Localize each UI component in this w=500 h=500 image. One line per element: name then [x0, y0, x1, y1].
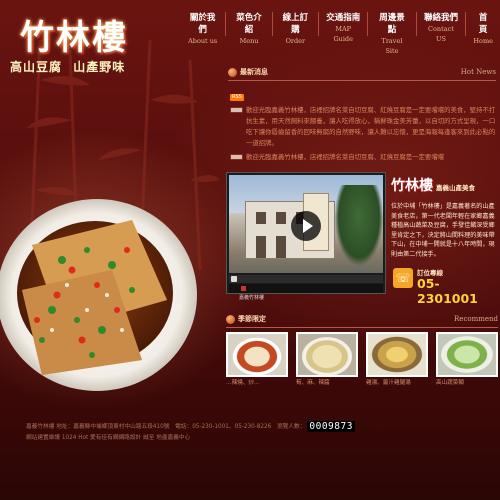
news-title-en: Hot News [460, 68, 496, 76]
dish-item[interactable]: …辣燒、炒… [226, 332, 288, 410]
tofu-dish-image [0, 199, 197, 391]
nav-label-en: About us [188, 37, 218, 45]
dish-item[interactable]: 雞湯、薑汁雞腿湯 [366, 332, 428, 410]
dish-caption: …辣燒、炒… [226, 380, 260, 386]
news-list: RSS 歡迎光臨嘉義竹林樓，店裡招牌名菜自切豆腐、紅燒豆腐是一定要嚐嚐的美食，堅… [228, 83, 496, 163]
dish-caption: 高山蔬菜類 [436, 380, 464, 386]
visitor-counter: 0009873 [307, 421, 355, 432]
news-item-icon [230, 154, 243, 160]
footer: 嘉義竹林樓 地址：嘉義縣中埔鄉頂東村中山路五段410號 電話：05-230-10… [26, 421, 496, 444]
nav-label: 菜色介紹 [236, 13, 262, 35]
nav-label: 關於我們 [189, 13, 216, 35]
nav-label: 聯絡我們 [423, 13, 458, 23]
nav-contact[interactable]: 聯絡我們 Contact US [417, 12, 467, 43]
about-section: 竹林樓 嘉義山產美食 位於中埔「竹林樓」是嘉義著名的山產美食老店，第一代老闆年輕在… [391, 175, 497, 259]
news-item[interactable]: 歡迎光臨嘉義竹林樓，店裡招牌名菜自切豆腐、紅燒豆腐是一定要嚐嚐的美食，堅持不打抗… [228, 105, 496, 149]
about-subtitle: 嘉義山產美食 [436, 184, 475, 192]
phone-number: 05-2301001 [417, 276, 478, 306]
news-item-text: 歡迎光臨嘉義竹林樓，店裡招牌名菜自切豆腐、紅燒豆腐是一定要嚐嚐的美食，堅持不打抗… [246, 106, 496, 147]
video-seek-bar[interactable] [229, 275, 383, 283]
news-item[interactable]: 歡迎光臨嘉義竹林樓，店裡招牌名菜自切豆腐、紅燒豆腐是一定要嚐嚐 [228, 152, 496, 163]
dish-caption: 筍、麻、辣醬 [296, 380, 330, 386]
nav-travel-site[interactable]: 周邊景點 Travel Site [368, 12, 417, 55]
seasonal-bullet-icon [226, 315, 235, 324]
dish-image [436, 332, 498, 377]
dish-caption: 雞湯、薑汁雞腿湯 [366, 380, 411, 386]
dish-item[interactable]: 筍、麻、辣醬 [296, 332, 358, 410]
logo-name: 竹林樓 [20, 18, 128, 58]
reservation-phone[interactable]: ☏ 訂位專線 05-2301001 [393, 266, 497, 306]
seasonal-title: 季節限定 [238, 315, 266, 323]
news-item-icon [230, 107, 243, 113]
nav-label: 交通指南 [326, 13, 361, 23]
logo-slogan-2: 山產野味 [73, 60, 126, 74]
news-header: 最新消息 Hot News [228, 65, 496, 81]
nav-order[interactable]: 線上訂購 Order [273, 12, 320, 45]
rss-badge[interactable]: RSS [230, 94, 244, 101]
about-name: 竹林樓 [391, 178, 433, 194]
dish-image [296, 332, 358, 377]
nav-about[interactable]: 關於我們 About us [180, 12, 227, 45]
footer-address: 嘉義竹林樓 地址：嘉義縣中埔鄉頂東村中山路五段410號 電話：05-230-10… [26, 424, 306, 430]
logo-slogan-1: 高山豆腐 [10, 60, 63, 74]
dish-image [366, 332, 428, 377]
video-caption-bar: 嘉義竹林樓 [229, 284, 383, 301]
seasonal-header: 季節限定 Recommend [226, 312, 498, 328]
nav-label: 首 頁 [478, 13, 488, 35]
video-caption: 嘉義竹林樓 [239, 295, 265, 301]
site-logo[interactable]: 竹林樓 高山豆腐 山產野味 [6, 6, 166, 88]
nav-map-guide[interactable]: 交通指南 MAP Guide [319, 12, 369, 43]
nav-label-en: Menu [239, 37, 259, 45]
video-logo-icon [241, 286, 246, 291]
seek-handle[interactable] [231, 276, 237, 282]
news-title: 最新消息 [240, 68, 268, 76]
news-bullet-icon [228, 68, 237, 77]
nav-label-en: MAP Guide [333, 25, 353, 43]
nav-menu[interactable]: 菜色介紹 Menu [226, 12, 273, 45]
seasonal-title-en: Recommend [454, 315, 498, 323]
video-player[interactable]: 嘉義竹林樓 [226, 172, 386, 301]
nav-label-en: Home [473, 37, 493, 45]
footer-line-1: 嘉義竹林樓 地址：嘉義縣中埔鄉頂東村中山路五段410號 電話：05-230-10… [26, 421, 496, 433]
about-text: 位於中埔「竹林樓」是嘉義著名的山產美食老店，第一代老闆年輕在家鄉嘉義種植高山蔬菜… [391, 203, 495, 258]
main-nav: 關於我們 About us 菜色介紹 Menu 線上訂購 Order 交通指南 … [180, 12, 500, 55]
nav-label-en: Contact US [428, 25, 454, 43]
play-button[interactable] [291, 211, 321, 241]
phone-icon: ☏ [393, 268, 413, 288]
nav-label: 線上訂購 [282, 13, 309, 35]
footer-line-2: 網站建置維護 1024 Hot 愛有佳有網網路設計 誠至 地產嘉義中心 [26, 435, 191, 441]
about-title: 竹林樓 嘉義山產美食 [391, 175, 497, 195]
logo-slogan: 高山豆腐 山產野味 [10, 58, 131, 75]
tree-image [335, 185, 383, 265]
video-frame [229, 175, 383, 273]
dish-image [226, 332, 288, 377]
nav-label: 周邊景點 [379, 13, 405, 35]
nav-home[interactable]: 首 頁 Home [466, 12, 500, 45]
seasonal-dishes: …辣燒、炒… 筍、麻、辣醬 雞湯、薑汁雞腿湯 高山蔬菜類 [226, 332, 498, 410]
nav-label-en: Travel Site [381, 37, 403, 55]
news-item-text: 歡迎光臨嘉義竹林樓，店裡招牌名菜自切豆腐、紅燒豆腐是一定要嚐嚐 [246, 153, 445, 161]
dish-item[interactable]: 高山蔬菜類 [436, 332, 498, 410]
nav-label-en: Order [285, 37, 306, 45]
